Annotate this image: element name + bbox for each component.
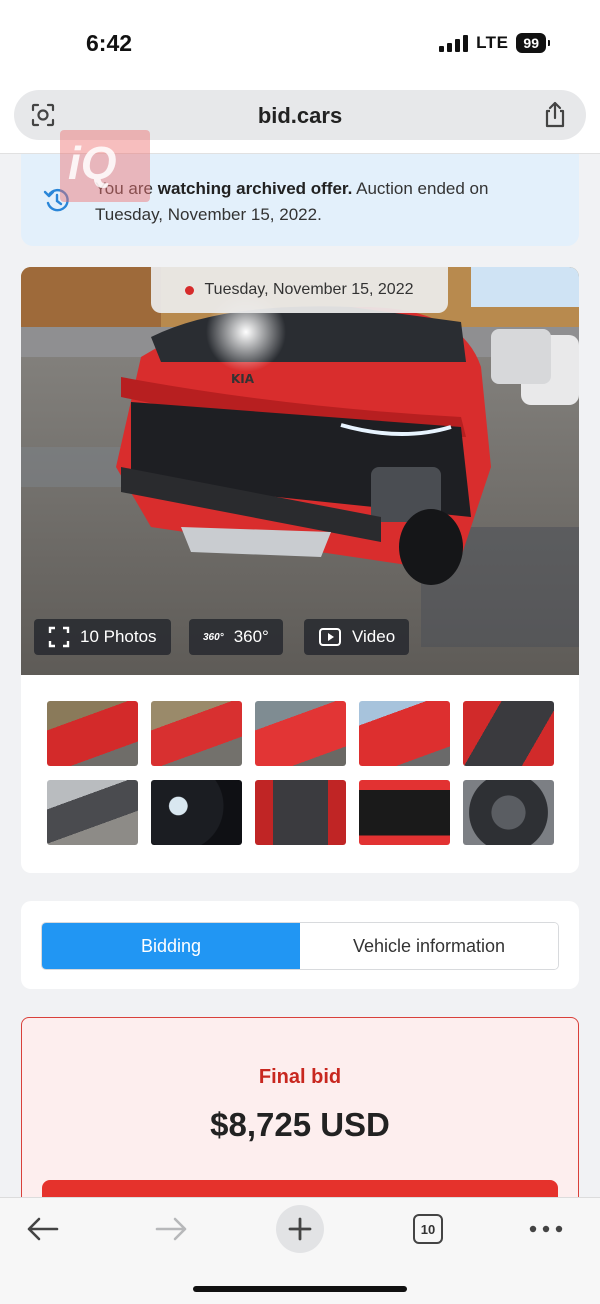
- tab-vehicle-information[interactable]: Vehicle information: [300, 923, 558, 969]
- main-vehicle-photo[interactable]: KIA Tuesday, November 15, 2022 10 Photos…: [21, 267, 579, 675]
- final-bid-label: Final bid: [258, 1066, 342, 1088]
- final-bid-card: Final bid $8,725 USD: [21, 1017, 579, 1217]
- status-indicators: LTE 99: [439, 33, 550, 53]
- new-tab-button[interactable]: [276, 1205, 324, 1253]
- rotate-360-icon: 360°: [203, 631, 224, 643]
- info-tabs: Bidding Vehicle information: [41, 922, 559, 970]
- thumbnail-photo-4[interactable]: [359, 701, 450, 766]
- status-bar: 6:42 LTE 99: [0, 0, 600, 80]
- thumbnail-photo-7[interactable]: [151, 780, 242, 845]
- back-arrow-icon: [27, 1217, 59, 1241]
- forward-arrow-icon: [155, 1217, 187, 1241]
- archived-offer-text: You are watching archived offer. Auction…: [95, 176, 555, 228]
- rotate-360-button[interactable]: 360° 360°: [189, 619, 283, 655]
- more-menu-button[interactable]: [524, 1210, 568, 1248]
- status-time: 6:42: [86, 30, 133, 56]
- svg-text:KIA: KIA: [231, 372, 255, 386]
- thumbnail-photo-8[interactable]: [255, 780, 346, 845]
- tab-count-icon: 10: [413, 1214, 443, 1244]
- tab-bidding[interactable]: Bidding: [42, 923, 300, 969]
- thumbnail-photo-9[interactable]: [359, 780, 450, 845]
- rotate-360-label: 360°: [233, 627, 269, 646]
- more-dots-icon: [529, 1225, 563, 1233]
- battery-icon: 99: [516, 33, 550, 53]
- thumbnail-photo-1[interactable]: [47, 701, 138, 766]
- car-photo-illustration: KIA: [21, 267, 579, 675]
- red-dot-icon: [185, 285, 195, 295]
- tabs-overview-button[interactable]: 10: [406, 1210, 450, 1248]
- signal-icon: [439, 34, 469, 52]
- banner-text-bold: watching archived offer.: [157, 179, 353, 198]
- photo-gallery-card: KIA Tuesday, November 15, 2022 10 Photos…: [21, 267, 579, 873]
- home-indicator: [193, 1286, 407, 1292]
- photos-button[interactable]: 10 Photos: [34, 619, 171, 655]
- share-icon[interactable]: [542, 101, 568, 129]
- info-tabs-card: Bidding Vehicle information: [21, 901, 579, 989]
- thumbnail-photo-3[interactable]: [255, 701, 346, 766]
- thumbnail-photo-6[interactable]: [47, 780, 138, 845]
- back-button[interactable]: [20, 1210, 64, 1248]
- auction-date-pill: Tuesday, November 15, 2022: [151, 267, 448, 313]
- iq-watermark-text: iQ: [68, 137, 117, 189]
- thumbnail-photo-5[interactable]: [463, 701, 554, 766]
- video-play-icon: [319, 628, 341, 646]
- thumbnail-photo-2[interactable]: [151, 701, 242, 766]
- page-domain[interactable]: bid.cars: [14, 103, 586, 129]
- photos-button-label: 10 Photos: [80, 627, 157, 646]
- video-button[interactable]: Video: [304, 619, 410, 655]
- network-type: LTE: [476, 33, 509, 52]
- auction-date: Tuesday, November 15, 2022: [204, 281, 414, 298]
- forward-button[interactable]: [150, 1210, 194, 1248]
- thumbnail-photo-10[interactable]: [463, 780, 554, 845]
- fullscreen-icon: [48, 626, 70, 648]
- iq-watermark-logo: iQ: [60, 130, 150, 202]
- plus-icon: [276, 1205, 324, 1253]
- video-button-label: Video: [352, 627, 396, 646]
- final-bid-amount: $8,725 USD: [210, 1106, 390, 1143]
